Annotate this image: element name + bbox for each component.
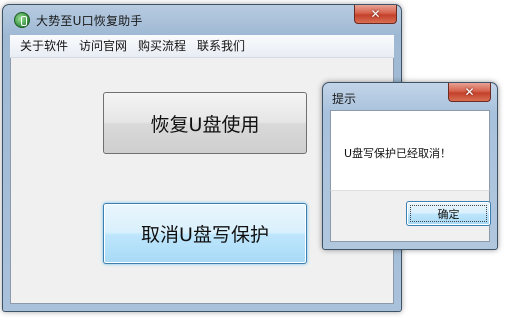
menu-about[interactable]: 关于软件 bbox=[16, 36, 75, 56]
dialog-footer: 确定 bbox=[330, 190, 491, 242]
close-icon: ✕ bbox=[370, 7, 381, 21]
menu-contact[interactable]: 联系我们 bbox=[193, 36, 252, 56]
dialog-title: 提示 bbox=[332, 92, 357, 106]
message-dialog: 提示 ✕ U盘写保护已经取消！ 确定 bbox=[322, 82, 498, 250]
ok-button[interactable]: 确定 bbox=[406, 201, 491, 226]
app-icon bbox=[14, 12, 30, 28]
menubar: 关于软件 访问官网 购买流程 联系我们 bbox=[10, 35, 394, 58]
close-icon: ✕ bbox=[464, 85, 475, 99]
main-close-button[interactable]: ✕ bbox=[354, 5, 397, 24]
dialog-message: U盘写保护已经取消！ bbox=[344, 147, 452, 160]
cancel-write-protect-button[interactable]: 取消U盘写保护 bbox=[103, 203, 307, 264]
dialog-body: U盘写保护已经取消！ bbox=[330, 110, 490, 190]
menu-purchase[interactable]: 购买流程 bbox=[134, 36, 193, 56]
window-title: 大势至U口恢复助手 bbox=[36, 14, 143, 28]
restore-usb-button[interactable]: 恢复U盘使用 bbox=[103, 92, 307, 154]
dialog-close-button[interactable]: ✕ bbox=[448, 83, 491, 102]
main-titlebar[interactable]: 大势至U口恢复助手 ✕ bbox=[3, 5, 401, 35]
menu-website[interactable]: 访问官网 bbox=[75, 36, 134, 56]
